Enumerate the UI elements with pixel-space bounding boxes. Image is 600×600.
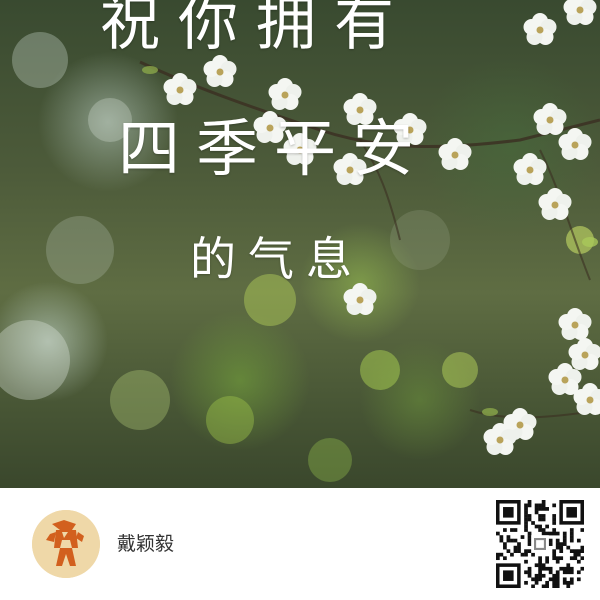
- person-figure-icon: [32, 510, 100, 578]
- greeting-line-2: 四季平安: [118, 112, 431, 185]
- qr-code-icon: [496, 500, 585, 589]
- author-avatar[interactable]: [32, 510, 100, 578]
- greeting-line-3: 的气息: [190, 232, 364, 286]
- author-name: 戴颖毅: [117, 533, 175, 555]
- blossom-photo: 祝你拥有 四季平安 的气息: [0, 0, 600, 488]
- qr-code[interactable]: [496, 500, 585, 589]
- greeting-card: 祝你拥有 四季平安 的气息 戴颖毅: [0, 0, 600, 600]
- footer-bar: 戴颖毅: [0, 488, 600, 600]
- greeting-line-1: 祝你拥有: [100, 0, 412, 59]
